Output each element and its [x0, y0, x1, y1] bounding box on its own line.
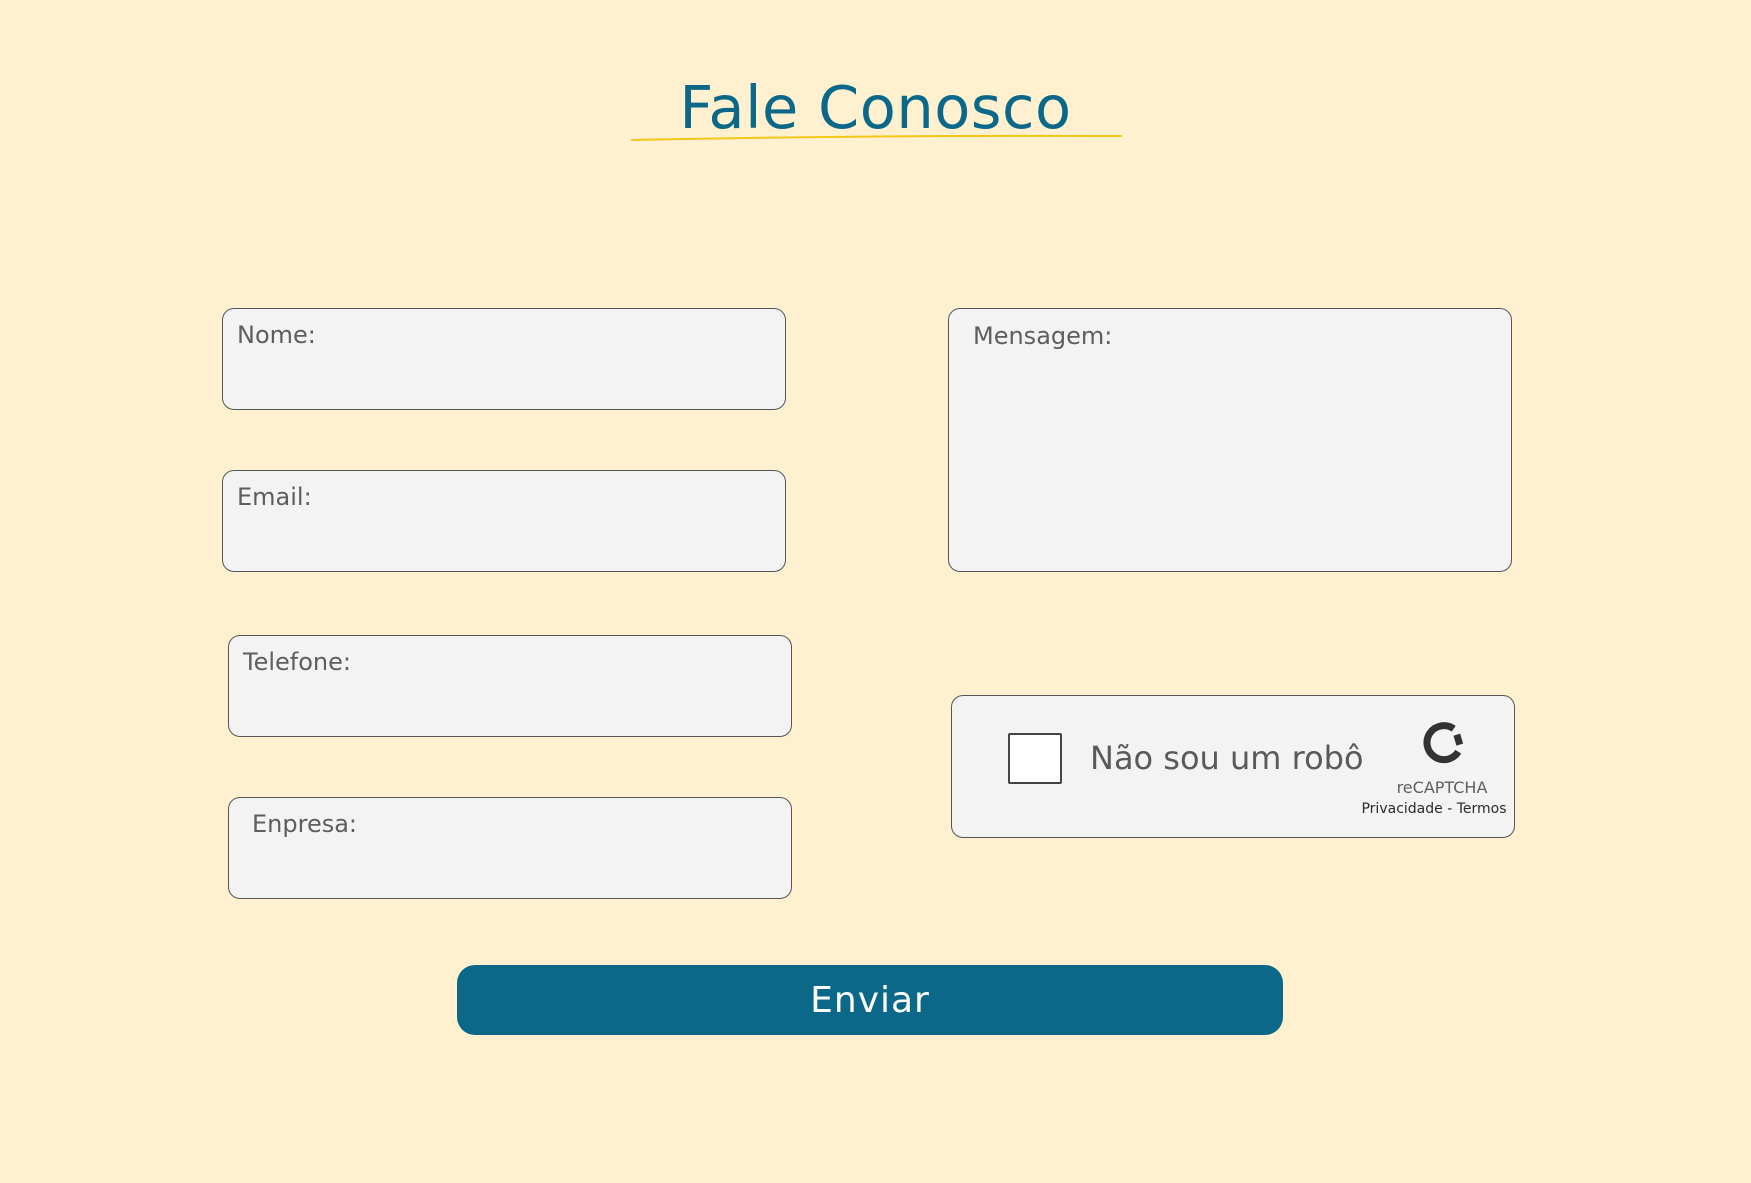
- captcha-label: Não sou um robô: [1090, 739, 1364, 777]
- name-field[interactable]: Nome:: [222, 308, 786, 410]
- recaptcha-icon: [1423, 722, 1464, 764]
- email-field[interactable]: Email:: [222, 470, 786, 572]
- email-field-label: Email:: [237, 483, 312, 511]
- company-field-label: Enpresa:: [252, 810, 358, 838]
- captcha-checkbox[interactable]: [1008, 733, 1062, 784]
- recaptcha-widget: Não sou um robô reCAPTCHA Privacidade - …: [951, 695, 1515, 838]
- phone-field[interactable]: Telefone:: [228, 635, 792, 737]
- captcha-brand: reCAPTCHA: [1396, 778, 1488, 797]
- name-field-label: Nome:: [237, 321, 316, 349]
- title-underline: [631, 134, 1123, 141]
- company-field[interactable]: Enpresa:: [228, 797, 792, 899]
- message-field[interactable]: Mensagem:: [948, 308, 1512, 572]
- captcha-links[interactable]: Privacidade - Termos: [1358, 800, 1510, 818]
- message-field-label: Mensagem:: [973, 322, 1113, 350]
- submit-button[interactable]: Enviar: [457, 965, 1283, 1035]
- phone-field-label: Telefone:: [243, 648, 351, 676]
